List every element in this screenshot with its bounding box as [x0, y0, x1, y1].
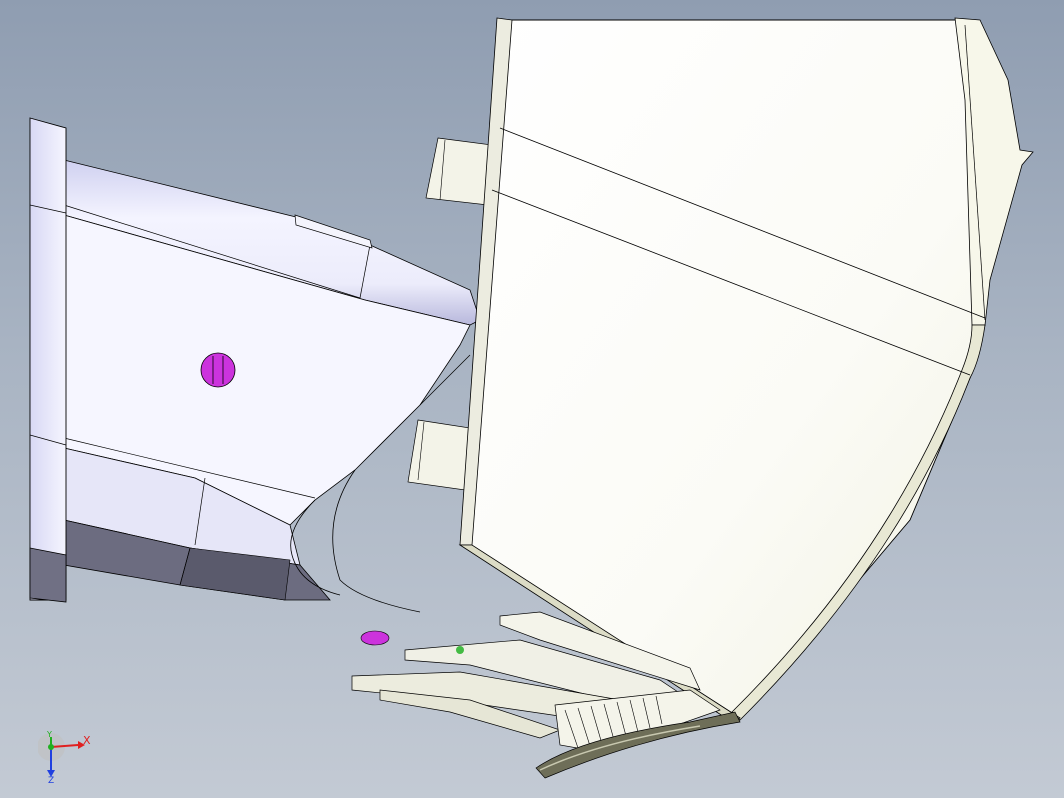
duct-flange-lower — [29, 547, 67, 603]
upper-bracket — [425, 137, 493, 206]
fastener-head[interactable] — [200, 352, 236, 388]
lower-bracket — [407, 419, 471, 491]
coordinate-triad: X Y Z — [38, 730, 91, 785]
model-view[interactable] — [0, 0, 1064, 798]
duct-flange — [29, 117, 67, 601]
z-axis-label: Z — [48, 776, 54, 785]
fastener-lower[interactable] — [360, 630, 390, 646]
green-part — [456, 646, 464, 654]
hopper-main-face — [469, 19, 986, 719]
3d-viewport[interactable]: X Y Z — [0, 0, 1064, 798]
x-axis-label: X — [83, 734, 91, 747]
y-axis-label: Y — [46, 730, 52, 739]
duct-assembly[interactable] — [29, 117, 481, 646]
